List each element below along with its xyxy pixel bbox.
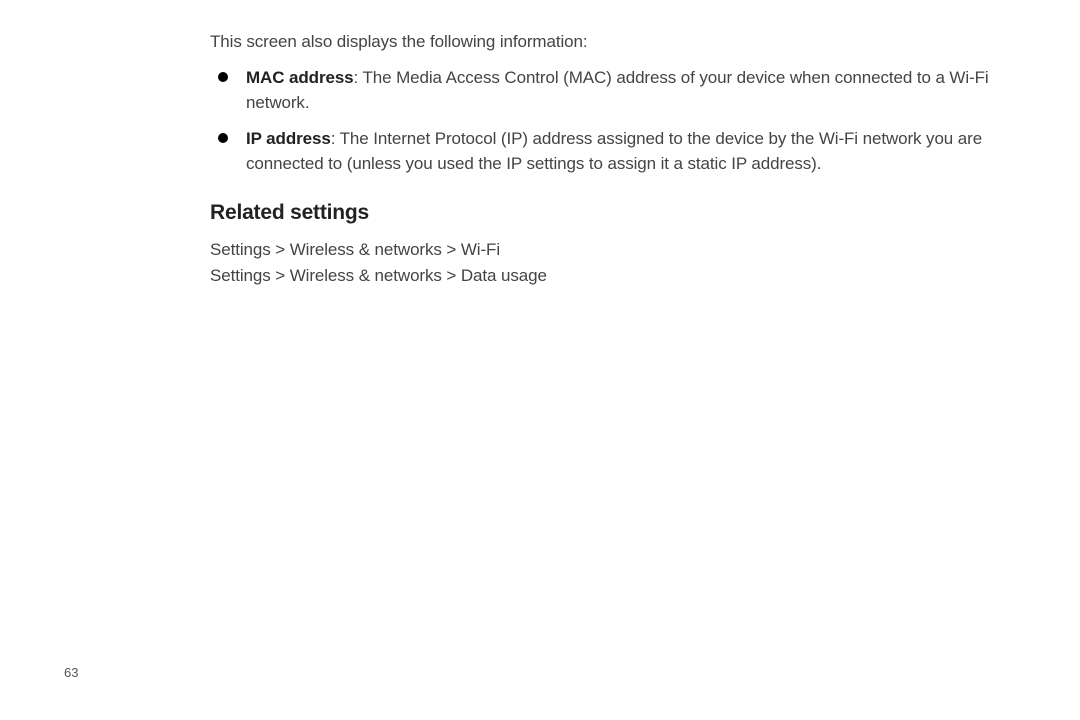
setting-path: Settings > Wireless & networks > Wi-Fi [210,237,1008,263]
bullet-desc: : The Internet Protocol (IP) address ass… [246,129,982,173]
page-number: 63 [64,665,78,680]
related-settings-heading: Related settings [210,201,1008,225]
info-bullet-list: MAC address: The Media Access Control (M… [210,66,1008,177]
page-content: This screen also displays the following … [0,0,1080,289]
bullet-term: IP address [246,129,331,148]
list-item: IP address: The Internet Protocol (IP) a… [210,127,1008,176]
bullet-icon [218,133,228,143]
list-item: MAC address: The Media Access Control (M… [210,66,1008,115]
setting-path: Settings > Wireless & networks > Data us… [210,263,1008,289]
bullet-term: MAC address [246,68,354,87]
bullet-text: IP address: The Internet Protocol (IP) a… [246,127,1008,176]
intro-paragraph: This screen also displays the following … [210,32,1008,52]
bullet-desc: : The Media Access Control (MAC) address… [246,68,989,112]
bullet-icon [218,72,228,82]
bullet-text: MAC address: The Media Access Control (M… [246,66,1008,115]
